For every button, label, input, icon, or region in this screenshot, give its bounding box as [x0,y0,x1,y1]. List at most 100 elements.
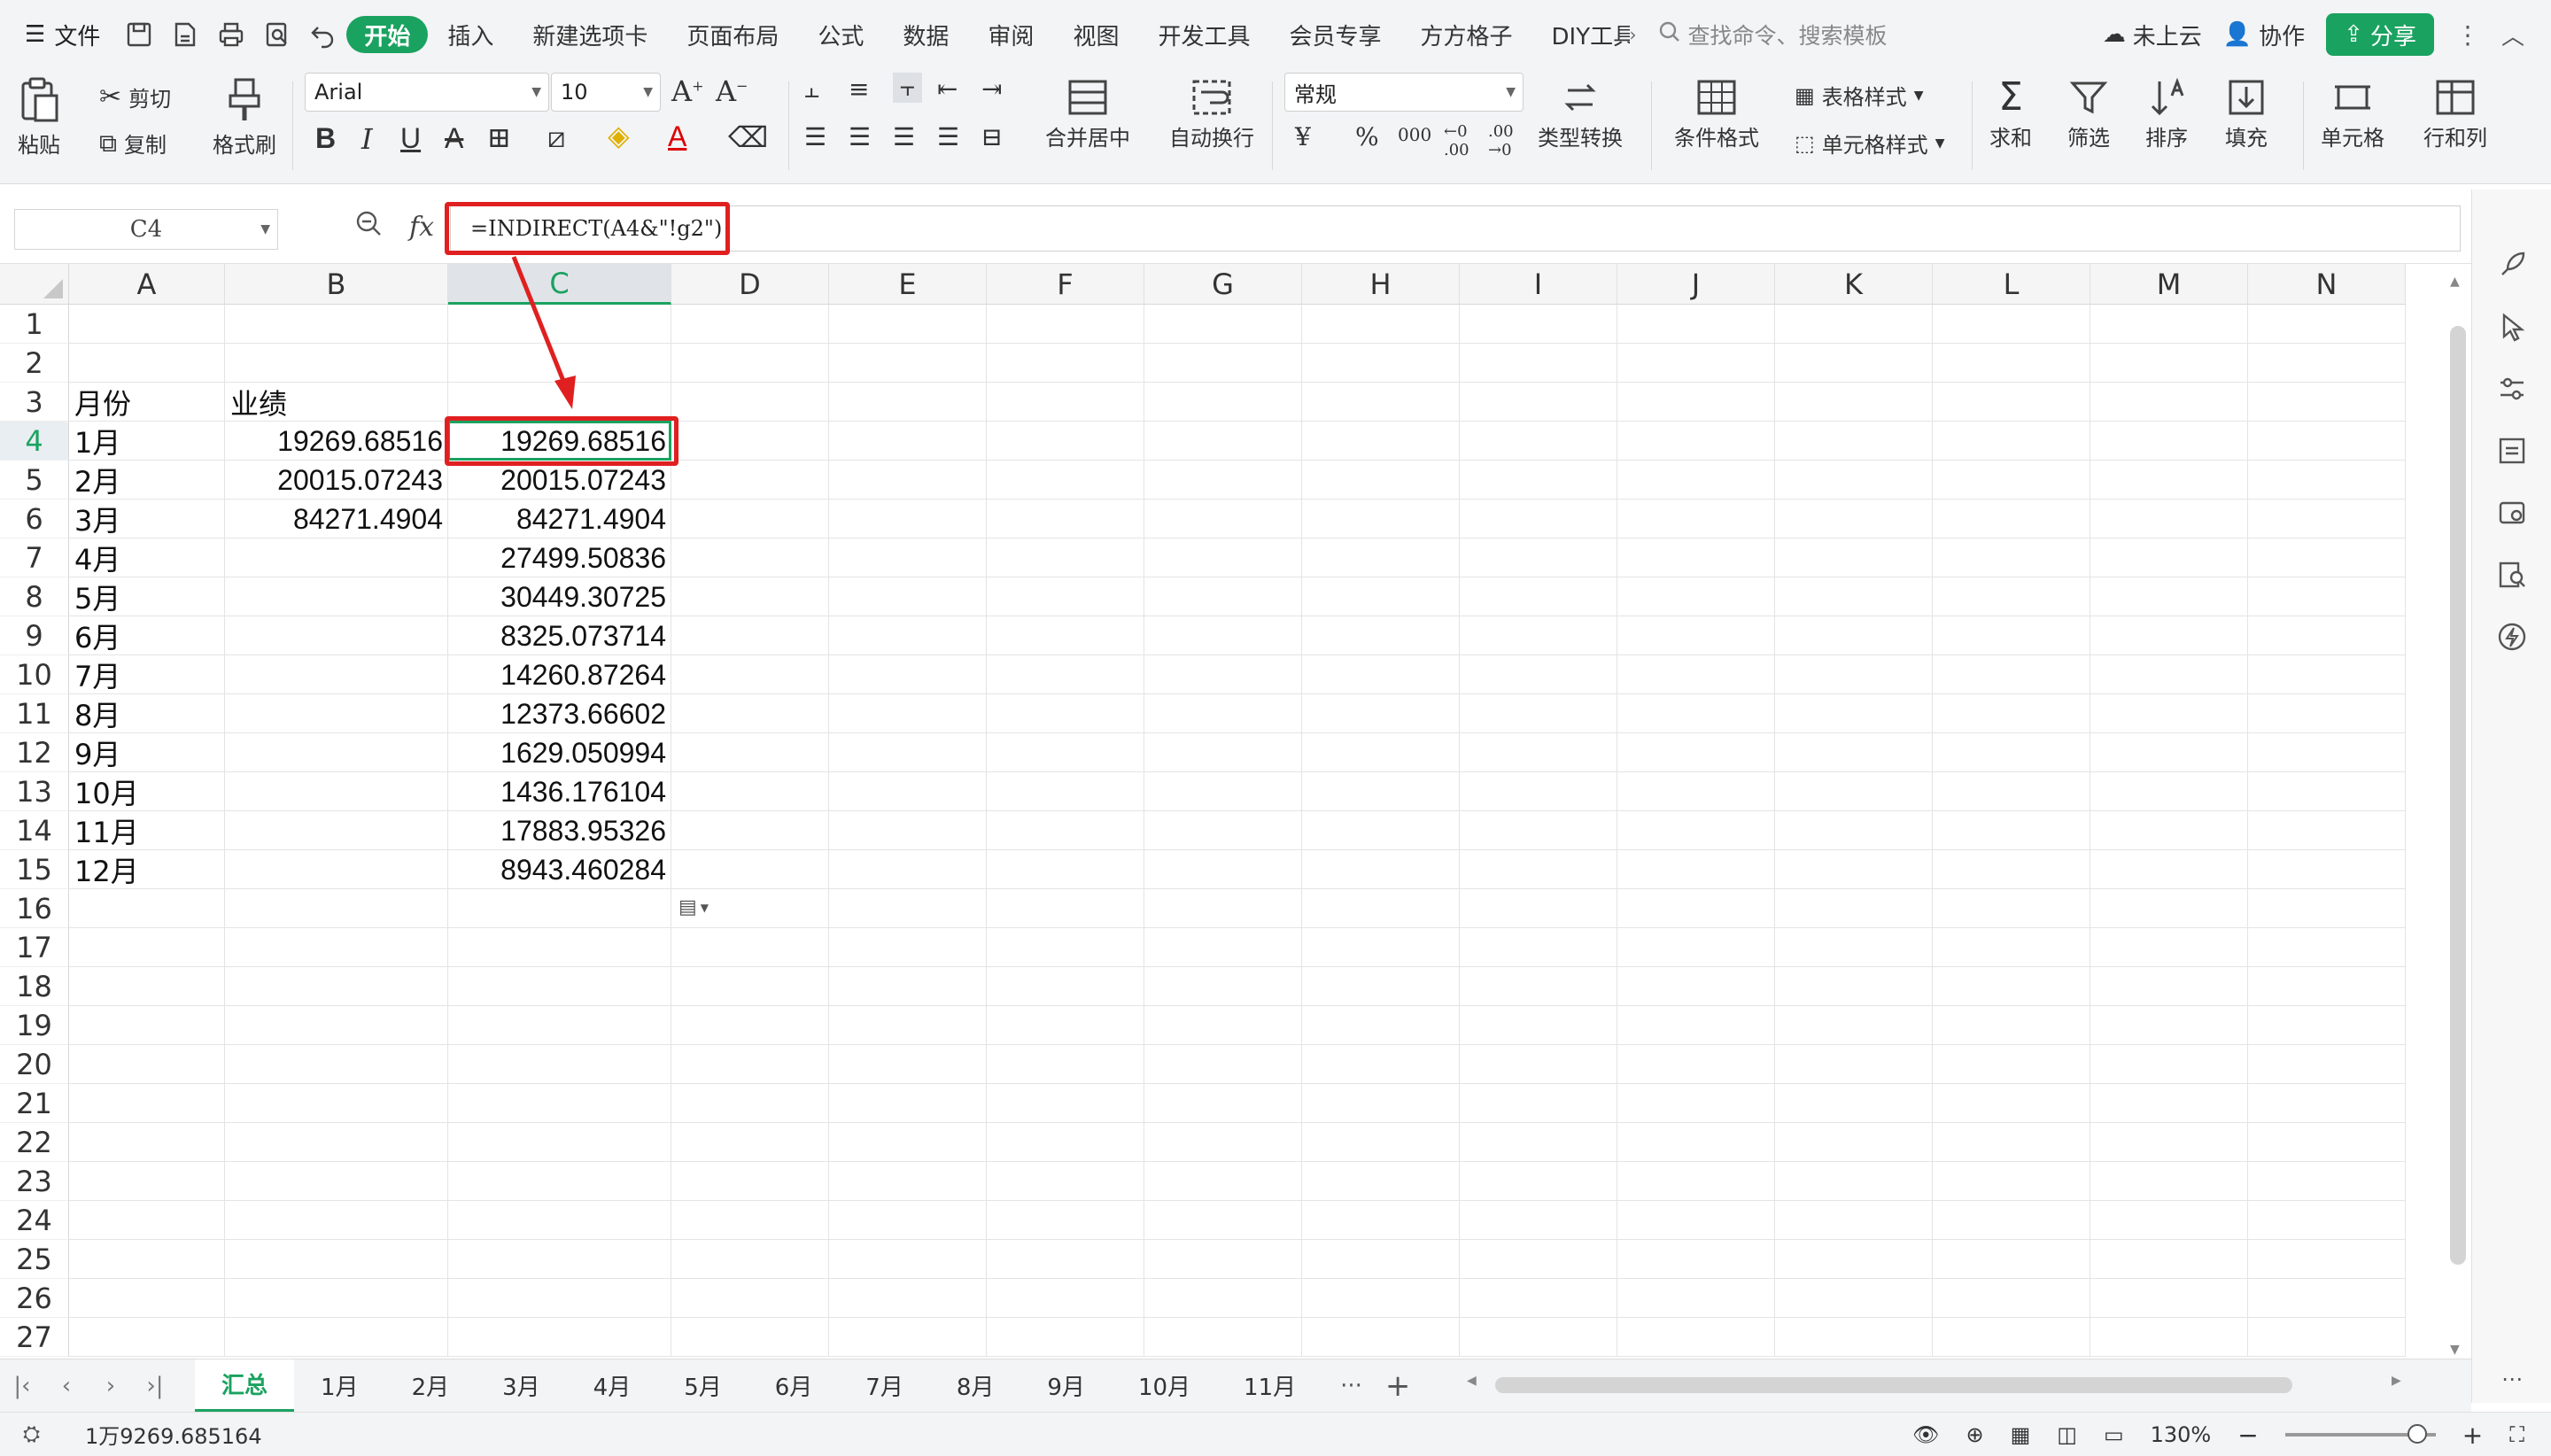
cell-b4[interactable]: 19269.68516 [225,422,448,461]
column-header-g[interactable]: G [1144,264,1302,305]
copy-button[interactable]: ⧉ 复制 [99,128,167,159]
cell-a9[interactable]: 6月 [69,616,225,655]
column-header-a[interactable]: A [69,264,225,305]
row-header-16[interactable]: 16 [0,889,69,928]
sheet-tab-11[interactable]: 11月 [1217,1359,1322,1413]
cell-a3[interactable]: 月份 [69,383,225,422]
column-header-b[interactable]: B [225,264,448,305]
font-size-select[interactable]: 10 ▼ [551,73,661,112]
percent-icon[interactable]: % [1355,122,1379,151]
strikethrough-icon[interactable]: A [445,122,463,155]
scroll-left-icon[interactable]: ◀ [1467,1374,1477,1388]
row-header-4[interactable]: 4 [0,422,69,461]
cell-style-button[interactable]: ⬚ 单元格样式 ▼ [1795,128,1944,159]
cell-c5[interactable]: 20015.07243 [448,461,671,500]
collab-button[interactable]: 👤 协作 [2223,19,2305,51]
sheet-tab-10[interactable]: 10月 [1112,1359,1217,1413]
column-header-j[interactable]: J [1617,264,1775,305]
add-sheet-button[interactable]: + [1385,1368,1411,1404]
command-search[interactable]: 查找命令、搜索模板 [1658,19,1888,50]
column-header-d[interactable]: D [671,264,829,305]
tab-diy[interactable]: DIY工具 [1532,0,1630,69]
font-name-select[interactable]: Arial ▼ [305,73,549,112]
cell-c7[interactable]: 27499.50836 [448,538,671,577]
sheet-tab-1[interactable]: 1月 [294,1359,385,1413]
normal-view-icon[interactable]: ▦ [2011,1422,2031,1447]
tab-insert[interactable]: 插入 [428,0,513,69]
number-format-select[interactable]: 常规 ▼ [1284,73,1524,112]
row-col-button[interactable]: 行和列 [2423,78,2487,151]
vertical-scroll-thumb[interactable] [2450,326,2466,1265]
sheet-tab-4[interactable]: 4月 [567,1359,658,1413]
cell-c9[interactable]: 8325.073714 [448,616,671,655]
sheet-tab-8[interactable]: 8月 [930,1359,1021,1413]
chevron-right-icon[interactable]: › [1630,24,1637,45]
fill-button[interactable]: 填充 [2225,78,2268,151]
cell-c11[interactable]: 12373.66602 [448,694,671,733]
fill-color-icon[interactable]: ◈ [608,119,630,152]
save-icon[interactable] [121,17,157,52]
cut-button[interactable]: ✂ 剪切 [99,81,171,112]
cell-a7[interactable]: 4月 [69,538,225,577]
decrease-decimal-icon[interactable]: .00 →0 [1488,122,1514,159]
eye-protection-icon[interactable]: 👁 [1912,1422,1939,1447]
borders-icon[interactable]: ⊞ [487,120,511,154]
row-header-25[interactable]: 25 [0,1240,69,1279]
sheet-tab-9[interactable]: 9月 [1020,1359,1112,1413]
formula-input[interactable]: =INDIRECT(A4&"!g2") [450,205,2461,252]
cell-a11[interactable]: 8月 [69,694,225,733]
print-preview-icon[interactable] [260,17,295,52]
name-box[interactable]: C4 ▼ [14,209,278,250]
sheet-tab-2[interactable]: 2月 [385,1359,477,1413]
zoom-in-icon[interactable]: + [2462,1421,2483,1450]
tab-new[interactable]: 新建选项卡 [513,0,667,69]
wrap-text-button[interactable]: 自动换行 [1169,78,1254,151]
more-icon[interactable]: ⋮ [2455,20,2480,50]
last-sheet-icon[interactable]: ›| [133,1373,177,1399]
row-header-23[interactable]: 23 [0,1162,69,1201]
sheet-tab-7[interactable]: 7月 [839,1359,930,1413]
cell-c8[interactable]: 30449.30725 [448,577,671,616]
vertical-scrollbar[interactable]: ▲ ▼ [2445,264,2471,1359]
column-header-f[interactable]: F [987,264,1144,305]
increase-indent-icon[interactable]: ⇥ [981,74,1002,104]
file-menu[interactable]: ☰ 文件 [0,19,116,51]
tab-data[interactable]: 数据 [883,0,968,69]
row-header-2[interactable]: 2 [0,344,69,383]
tab-view[interactable]: 视图 [1053,0,1138,69]
tab-home[interactable]: 开始 [346,16,429,53]
decrease-indent-icon[interactable]: ⇤ [937,74,958,104]
row-header-17[interactable]: 17 [0,928,69,967]
row-header-19[interactable]: 19 [0,1006,69,1045]
backup-icon[interactable] [2495,496,2529,530]
column-header-m[interactable]: M [2090,264,2248,305]
tab-member[interactable]: 会员专享 [1269,0,1400,69]
tab-fangfang[interactable]: 方方格子 [1400,0,1531,69]
row-header-18[interactable]: 18 [0,967,69,1006]
tab-page-layout[interactable]: 页面布局 [667,0,798,69]
prev-sheet-icon[interactable]: ‹ [44,1373,89,1399]
cell-b3[interactable]: 业绩 [225,383,448,422]
collapse-ribbon-icon[interactable]: ︿ [2501,19,2524,51]
underline-icon[interactable]: U [400,122,421,155]
zoom-level[interactable]: 130% [2151,1422,2212,1447]
row-header-14[interactable]: 14 [0,811,69,850]
format-painter-button[interactable]: 格式刷 [213,76,276,159]
cell-b6[interactable]: 84271.4904 [225,500,448,538]
cell-c10[interactable]: 14260.87264 [448,655,671,694]
tab-developer[interactable]: 开发工具 [1138,0,1269,69]
cell-a15[interactable]: 12月 [69,850,225,889]
cell-b5[interactable]: 20015.07243 [225,461,448,500]
column-header-i[interactable]: I [1460,264,1617,305]
more-sheets-icon[interactable]: ··· [1340,1373,1362,1399]
scroll-right-icon[interactable]: ▶ [2392,1374,2401,1388]
cloud-status[interactable]: ☁ 未上云 [2103,19,2202,51]
column-header-l[interactable]: L [1933,264,2090,305]
cell-c14[interactable]: 17883.95326 [448,811,671,850]
decrease-font-icon[interactable]: A− [716,74,748,108]
cell-c13[interactable]: 1436.176104 [448,772,671,811]
export-pdf-icon[interactable] [167,17,203,52]
clear-format-icon[interactable]: ⌫ [728,120,768,154]
cell-a10[interactable]: 7月 [69,655,225,694]
column-header-k[interactable]: K [1775,264,1933,305]
